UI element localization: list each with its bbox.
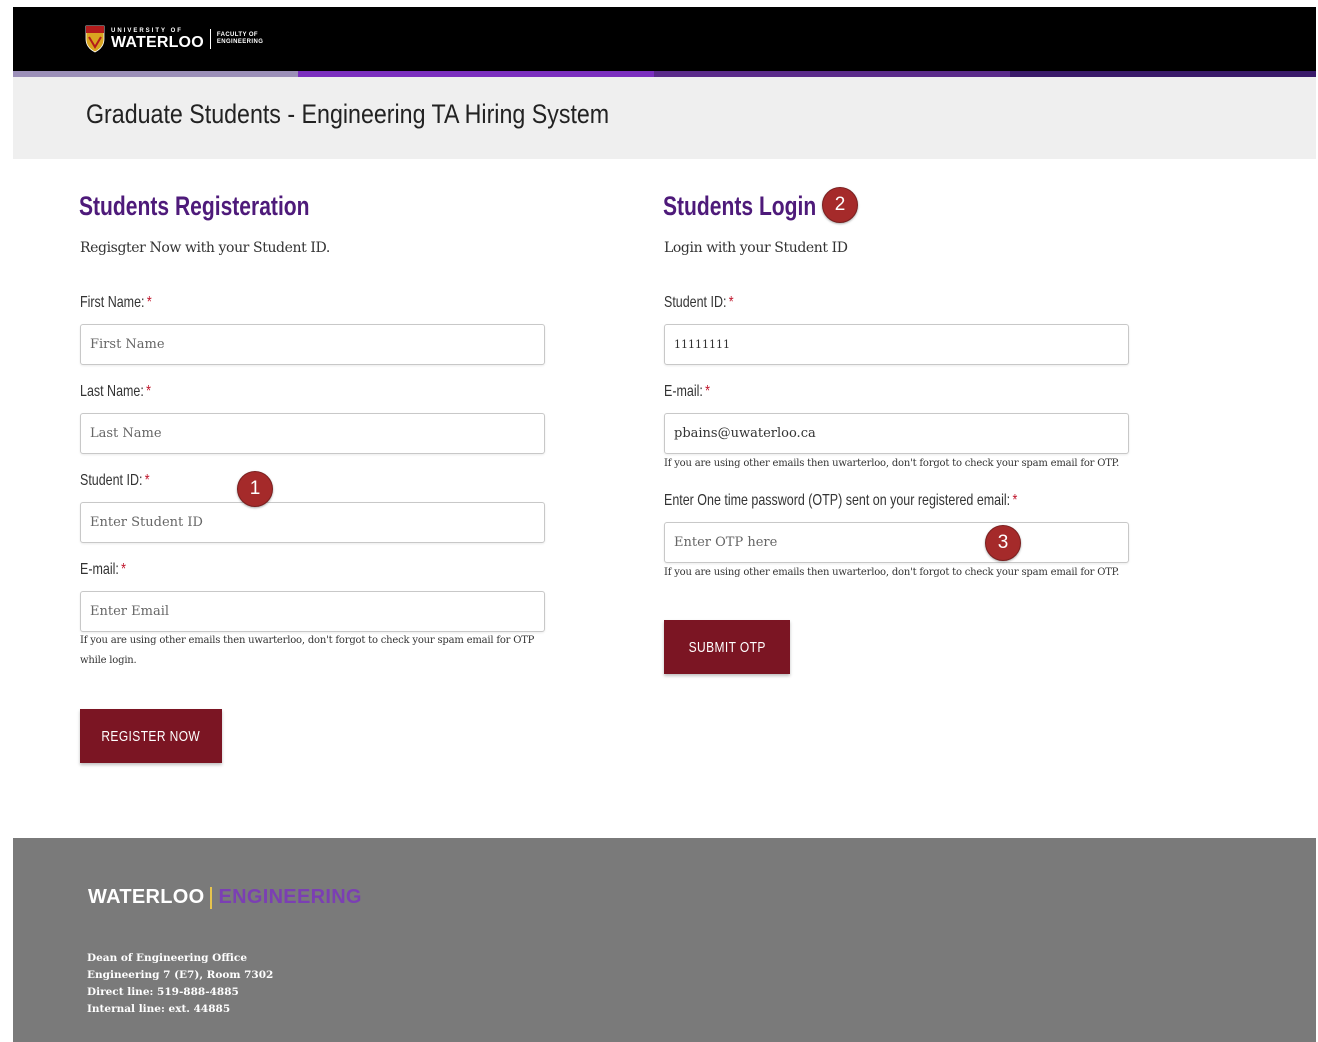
first-name-input[interactable] <box>80 324 545 365</box>
footer-logo[interactable]: WATERLOO ENGINEERING <box>88 886 362 909</box>
submit-otp-label: SUBMIT OTP <box>688 638 766 656</box>
required-marker: * <box>146 383 152 400</box>
last-name-label-text: Last Name: <box>80 383 144 400</box>
otp-input[interactable] <box>664 522 1129 563</box>
footer-address-line: Dean of Engineering Office <box>87 952 247 964</box>
footer: WATERLOO ENGINEERING Dean of Engineering… <box>13 838 1316 1042</box>
logo-divider <box>209 29 211 49</box>
registration-title: Students Registeration <box>79 191 310 221</box>
otp-hint: If you are using other emails then uwart… <box>664 567 1120 578</box>
footer-logo-left: WATERLOO <box>88 886 205 908</box>
footer-address-line: Internal line: ext. 44885 <box>87 1003 231 1015</box>
first-name-label: First Name: * <box>80 294 152 312</box>
footer-logo-right: ENGINEERING <box>218 886 362 908</box>
register-now-button[interactable]: REGISTER NOW <box>80 709 222 763</box>
annotation-badge-3: 3 <box>985 525 1021 561</box>
submit-otp-button[interactable]: SUBMIT OTP <box>664 620 790 674</box>
required-marker: * <box>705 383 711 400</box>
otp-label-text: Enter One time password (OTP) sent on yo… <box>664 492 1011 509</box>
required-marker: * <box>728 294 734 311</box>
login-student-id-label-text: Student ID: <box>664 294 727 311</box>
crest-icon <box>85 25 105 53</box>
otp-label: Enter One time password (OTP) sent on yo… <box>664 492 1017 510</box>
footer-address: Dean of Engineering Office Engineering 7… <box>87 950 273 1018</box>
logo-university-small: UNIVERSITY OF <box>111 27 183 34</box>
login-email-label: E-mail: * <box>664 383 710 401</box>
logo-faculty-text: FACULTY OF ENGINEERING <box>217 32 263 46</box>
title-bar: Graduate Students - Engineering TA Hirin… <box>13 77 1316 159</box>
registration-email-hint: If you are using other emails then uwart… <box>80 631 550 671</box>
required-marker: * <box>146 294 152 311</box>
student-id-input[interactable] <box>80 502 545 543</box>
logo-university-text: UNIVERSITY OF WATERLOO <box>111 28 204 51</box>
student-id-label: Student ID: * <box>80 472 150 490</box>
logo-faculty-line2: ENGINEERING <box>216 39 264 45</box>
email-input[interactable] <box>80 591 545 632</box>
register-now-label: REGISTER NOW <box>101 727 201 745</box>
login-title: Students Login <box>663 191 817 221</box>
top-header-bar: UNIVERSITY OF WATERLOO FACULTY OF ENGINE… <box>13 7 1316 71</box>
last-name-input[interactable] <box>80 413 545 454</box>
required-marker: * <box>1012 492 1018 509</box>
email-label: E-mail: * <box>80 561 126 579</box>
logo-university-name: WATERLOO <box>111 33 204 51</box>
annotation-badge-2: 2 <box>822 187 858 223</box>
page: UNIVERSITY OF WATERLOO FACULTY OF ENGINE… <box>13 7 1316 1042</box>
annotation-badge-1: 1 <box>237 471 273 507</box>
footer-logo-divider <box>210 886 213 909</box>
registration-hint-line1: If you are using other emails then uwart… <box>80 635 535 646</box>
login-student-id-label: Student ID: * <box>664 294 734 312</box>
footer-address-line: Direct line: 519-888-4885 <box>87 986 239 998</box>
required-marker: * <box>121 561 127 578</box>
page-title: Graduate Students - Engineering TA Hirin… <box>86 99 610 129</box>
email-label-text: E-mail: <box>80 561 119 578</box>
required-marker: * <box>144 472 150 489</box>
logo-faculty-line1: FACULTY OF <box>216 32 258 38</box>
registration-subtitle: Regisgter Now with your Student ID. <box>80 240 330 256</box>
login-subtitle: Login with your Student ID <box>664 240 848 256</box>
login-student-id-input[interactable] <box>664 324 1129 365</box>
footer-address-line: Engineering 7 (E7), Room 7302 <box>87 969 274 981</box>
login-email-input[interactable] <box>664 413 1129 454</box>
registration-hint-line2: while login. <box>80 655 137 666</box>
last-name-label: Last Name: * <box>80 383 151 401</box>
login-email-hint: If you are using other emails then uwart… <box>664 458 1120 469</box>
student-id-label-text: Student ID: <box>80 472 143 489</box>
university-logo[interactable]: UNIVERSITY OF WATERLOO FACULTY OF ENGINE… <box>85 21 263 57</box>
first-name-label-text: First Name: <box>80 294 145 311</box>
login-email-label-text: E-mail: <box>664 383 703 400</box>
